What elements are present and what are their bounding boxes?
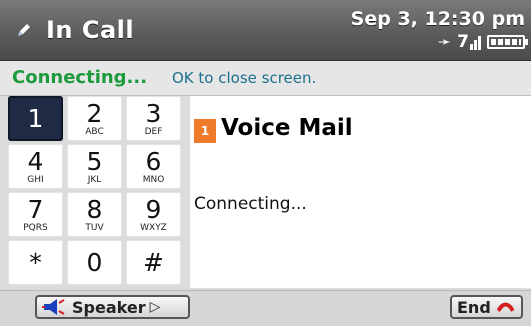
key-number: 3 [145, 98, 162, 128]
signal-icon: 7 [457, 32, 481, 52]
key-star[interactable]: * [8, 240, 63, 285]
key-letters: ABC [85, 126, 104, 137]
key-hash[interactable]: # [126, 240, 181, 285]
bluetooth-icon: ➛ [437, 32, 452, 51]
key-letters: MNO [142, 174, 165, 185]
end-label: End [457, 297, 491, 317]
battery-icon [487, 35, 528, 49]
hang-up-icon [496, 302, 515, 312]
key-number: # [143, 247, 164, 277]
key-number: 0 [86, 247, 103, 277]
key-letters: JKL [87, 174, 102, 185]
key-1[interactable]: 1 [8, 96, 63, 141]
key-9[interactable]: 9 WXYZ [126, 192, 181, 237]
call-details-panel: 1 Voice Mail Connecting... [190, 96, 531, 288]
pencil-icon [18, 24, 30, 36]
end-call-button[interactable]: End [450, 295, 523, 319]
key-number: 1 [27, 103, 44, 133]
dial-keypad: 1 2 ABC 3 DEF 4 GHI 5 JKL 6 MNO 7 PQRS 8… [8, 96, 184, 288]
speed-dial-badge: 1 [194, 119, 216, 143]
key-letters: TUV [85, 222, 104, 233]
window-title: In Call [46, 16, 135, 44]
speaker-icon [42, 299, 65, 315]
key-6[interactable]: 6 MNO [126, 144, 181, 189]
status-hint: OK to close screen. [172, 69, 317, 87]
title-bar: In Call Sep 3, 12:30 pm ➛ 7 [0, 0, 531, 61]
signal-label: 7 [457, 32, 469, 52]
key-number: 9 [145, 194, 162, 224]
key-number: 2 [86, 98, 103, 128]
speaker-label: Speaker [72, 297, 146, 317]
chevron-right-icon: ▷ [149, 299, 161, 315]
key-0[interactable]: 0 [67, 240, 122, 285]
key-8[interactable]: 8 TUV [67, 192, 122, 237]
key-number: * [29, 247, 42, 277]
key-5[interactable]: 5 JKL [67, 144, 122, 189]
key-letters: GHI [27, 174, 44, 185]
call-status: Connecting... [194, 194, 307, 214]
key-number: 4 [27, 146, 44, 176]
status-connecting: Connecting... [12, 67, 148, 88]
contact-name: Voice Mail [221, 115, 353, 141]
key-number: 7 [27, 194, 44, 224]
key-letters: DEF [144, 126, 163, 137]
key-7[interactable]: 7 PQRS [8, 192, 63, 237]
key-number: 5 [86, 146, 103, 176]
softkey-bar: Speaker ▷ End [0, 290, 531, 326]
key-2[interactable]: 2 ABC [67, 96, 122, 141]
status-line[interactable]: Connecting... OK to close screen. [0, 61, 531, 96]
datetime: Sep 3, 12:30 pm [350, 8, 525, 30]
speaker-button[interactable]: Speaker ▷ [35, 295, 190, 319]
key-3[interactable]: 3 DEF [126, 96, 181, 141]
key-letters: PQRS [23, 222, 48, 233]
key-number: 8 [86, 194, 103, 224]
key-number: 6 [145, 146, 162, 176]
status-icons: ➛ 7 [437, 32, 528, 52]
key-4[interactable]: 4 GHI [8, 144, 63, 189]
key-letters: WXYZ [140, 222, 167, 233]
